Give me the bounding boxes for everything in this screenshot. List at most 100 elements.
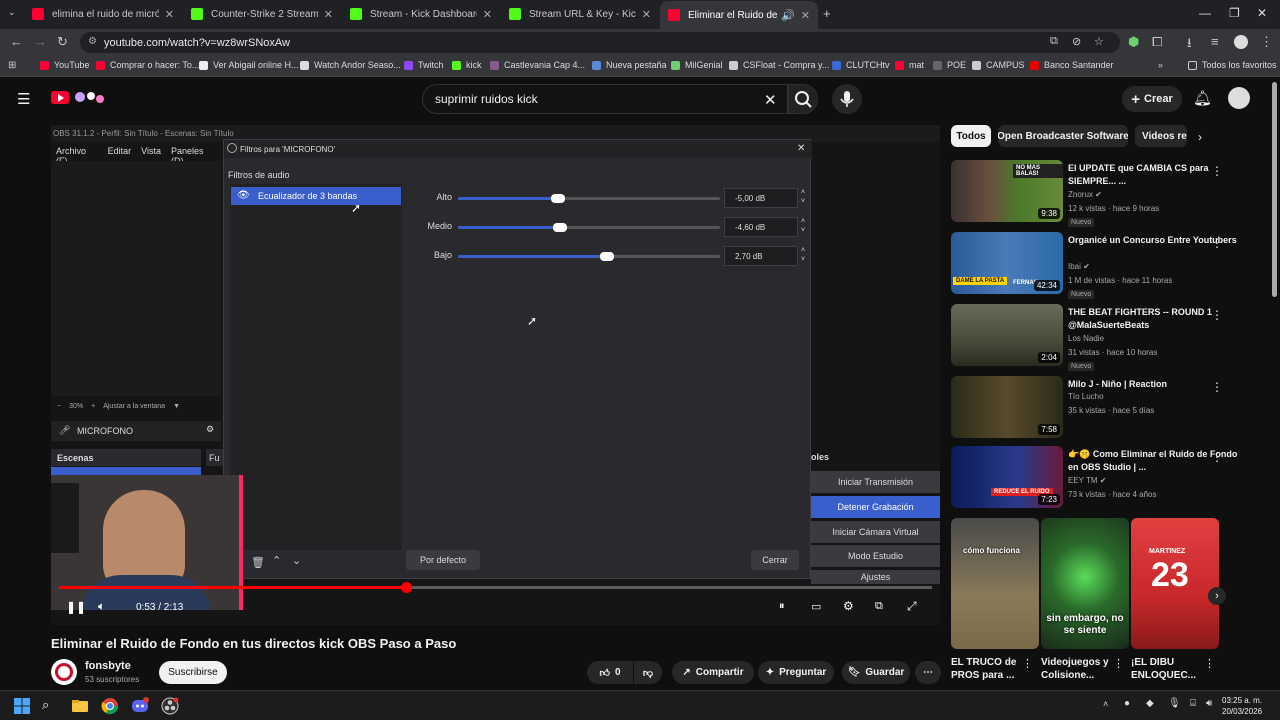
microphone-tray-icon[interactable]: 🎙︎ xyxy=(1168,698,1181,709)
tab-search-icon[interactable]: ⌄ xyxy=(8,7,16,18)
bookmark-item[interactable]: CAMPUS xyxy=(972,60,1025,70)
progress-bar[interactable] xyxy=(59,582,932,593)
youtube-logo[interactable] xyxy=(51,91,69,104)
system-clock[interactable]: 03:25 a. m. 20/03/2026 xyxy=(1222,695,1262,717)
search-icon[interactable]: ⌕ xyxy=(42,697,60,715)
browser-tab-active[interactable]: Eliminar el Ruido de Fondo 🔊 ✕ xyxy=(660,1,818,29)
close-tab-icon[interactable]: ✕ xyxy=(801,9,810,22)
install-icon[interactable]: ⧉ xyxy=(1050,35,1058,48)
more-vert-icon[interactable]: ⋮ xyxy=(1022,657,1033,670)
chips-next-icon[interactable]: › xyxy=(1198,130,1202,144)
tray-app-icon[interactable]: ● xyxy=(1124,698,1130,709)
recommended-video[interactable]: 7:58 Milo J - Niño | Reaction Tío Lucho … xyxy=(951,376,1269,438)
video-thumbnail[interactable]: NO MAS BALAS! 9:38 xyxy=(951,160,1063,222)
search-input[interactable]: suprimir ruidos kick xyxy=(422,84,788,114)
chrome-menu-icon[interactable]: ⋮ xyxy=(1260,34,1273,50)
bookmark-item[interactable]: POE xyxy=(933,60,966,70)
search-button[interactable] xyxy=(788,84,818,114)
extensions-puzzle-icon[interactable]: ⧠ xyxy=(1152,34,1162,50)
chip-obs[interactable]: Open Broadcaster Software xyxy=(998,125,1128,147)
omnibox[interactable]: ⚙ youtube.com/watch?v=wz8wrSNoxAw ⧉ ⊘ ☆ xyxy=(80,32,1120,53)
windows-start-icon[interactable] xyxy=(13,697,31,715)
chip-all[interactable]: Todos xyxy=(951,125,991,147)
video-thumbnail[interactable]: 2:04 xyxy=(951,304,1063,366)
pause-icon[interactable]: ❚❚ xyxy=(66,600,86,614)
ask-button[interactable]: ✦ Preguntar xyxy=(758,661,834,684)
more-vert-icon[interactable]: ⋮ xyxy=(1204,657,1215,670)
speaker-icon[interactable]: 🔊 xyxy=(781,9,795,22)
browser-tab[interactable]: Stream URL & Key - Kick Dashb ✕ xyxy=(501,3,659,25)
bookmark-item[interactable]: Banco Santander xyxy=(1030,60,1114,70)
bookmark-item[interactable]: Watch Andor Seaso... xyxy=(300,60,401,70)
bookmark-item[interactable]: MilGenial xyxy=(671,60,723,70)
shorts-next-icon[interactable]: › xyxy=(1208,587,1226,605)
site-info-icon[interactable]: ⚙ xyxy=(88,36,97,47)
profile-avatar[interactable] xyxy=(1234,35,1248,49)
extension-icon[interactable]: ⬢ xyxy=(1128,34,1139,50)
subtitles-icon[interactable]: ▭ xyxy=(811,600,821,613)
tray-app-icon[interactable]: ◆ xyxy=(1146,698,1154,709)
settings-gear-icon[interactable]: ⚙ xyxy=(843,599,854,613)
recommended-video[interactable]: REDUCE EL RUIDO 7:23 👉🤫 Como Eliminar el… xyxy=(951,446,1269,508)
autoplay-toggle[interactable]: ⏸ xyxy=(779,600,785,613)
subscribe-button[interactable]: Suscribirse xyxy=(159,661,227,684)
short-thumbnail[interactable]: cómo funciona xyxy=(951,518,1039,649)
close-tab-icon[interactable]: ✕ xyxy=(483,8,492,21)
forward-icon[interactable]: → xyxy=(34,34,47,49)
more-actions-button[interactable]: ⋯ xyxy=(915,661,941,684)
bookmark-item[interactable]: Nueva pestaña xyxy=(592,60,667,70)
apps-grid-icon[interactable]: ⊞ xyxy=(8,60,16,71)
video-player[interactable]: OBS 31.1.2 - Perfil: Sin Título - Escena… xyxy=(51,125,940,625)
close-tab-icon[interactable]: ✕ xyxy=(165,8,174,21)
reload-icon[interactable]: ↻ xyxy=(57,34,68,50)
like-button[interactable]: 👍︎ 0 xyxy=(587,661,633,684)
bookmark-item[interactable]: kick xyxy=(452,60,482,70)
recommended-video[interactable]: DAME LA PASTA FERNAN 42:34 Organicé un C… xyxy=(951,232,1269,299)
fullscreen-icon[interactable]: ⤢ xyxy=(907,599,917,614)
download-icon[interactable]: ⭳ xyxy=(1187,34,1192,56)
discord-icon[interactable] xyxy=(131,697,149,715)
create-button[interactable]: + Crear xyxy=(1122,86,1182,112)
bookmark-item[interactable]: YouTube xyxy=(40,60,89,70)
bookmark-item[interactable]: Twitch xyxy=(404,60,444,70)
file-explorer-icon[interactable] xyxy=(71,697,89,715)
recommended-video[interactable]: 2:04 THE BEAT FIGHTERS -- ROUND 1 @MalaS… xyxy=(951,304,1269,371)
share-button[interactable]: ↗ Compartir xyxy=(672,661,754,684)
browser-tab[interactable]: Stream - Kick Dashboard ✕ xyxy=(342,3,500,25)
obs-icon[interactable] xyxy=(161,697,179,715)
more-bookmarks-icon[interactable]: » xyxy=(1158,60,1163,70)
close-tab-icon[interactable]: ✕ xyxy=(324,8,333,21)
save-button[interactable]: 🔖︎ Guardar xyxy=(842,661,910,684)
voice-search-button[interactable] xyxy=(832,84,862,114)
speaker-tray-icon[interactable]: 🔊︎ xyxy=(1206,698,1212,709)
network-icon[interactable]: ⌸ xyxy=(1190,698,1196,709)
notifications-bell-icon[interactable]: 🔔︎ xyxy=(1193,89,1212,107)
chrome-icon[interactable] xyxy=(101,697,119,715)
back-icon[interactable]: ← xyxy=(10,34,23,49)
video-thumbnail[interactable]: DAME LA PASTA FERNAN 42:34 xyxy=(951,232,1063,294)
bookmark-item[interactable]: CSFloat - Compra y... xyxy=(729,60,829,70)
progress-scrubber[interactable] xyxy=(401,582,413,593)
close-window-icon[interactable]: ✕ xyxy=(1257,6,1267,20)
more-vert-icon[interactable]: ⋮ xyxy=(1211,164,1223,178)
video-thumbnail[interactable]: 7:58 xyxy=(951,376,1063,438)
browser-tab[interactable]: Counter-Strike 2 Streaming - Li ✕ xyxy=(183,3,341,25)
page-scrollbar[interactable] xyxy=(1272,82,1277,297)
tray-chevron-icon[interactable]: ˄ xyxy=(1103,699,1108,709)
more-vert-icon[interactable]: ⋮ xyxy=(1211,380,1223,394)
bookmark-item[interactable]: Ver Abigail online H... xyxy=(199,60,299,70)
all-bookmarks-folder[interactable]: Todos los favoritos xyxy=(1188,60,1277,70)
recommended-video[interactable]: NO MAS BALAS! 9:38 El UPDATE que CAMBIA … xyxy=(951,160,1269,227)
volume-icon[interactable]: 🔈︎ xyxy=(98,599,105,614)
hamburger-menu-icon[interactable]: ☰ xyxy=(17,90,30,108)
new-tab-button[interactable]: + xyxy=(823,6,831,21)
media-icon[interactable]: ≡ xyxy=(1211,34,1219,49)
youtube-doodle-icon[interactable] xyxy=(72,88,108,106)
short-thumbnail[interactable]: sin embargo, no se siente xyxy=(1041,518,1129,649)
more-vert-icon[interactable]: ⋮ xyxy=(1211,308,1223,322)
chip-related[interactable]: Videos re xyxy=(1135,125,1187,147)
channel-name[interactable]: fonsbyte xyxy=(85,660,131,672)
restore-icon[interactable]: ❐ xyxy=(1229,6,1240,20)
more-vert-icon[interactable]: ⋮ xyxy=(1211,236,1223,250)
bookmark-item[interactable]: mat xyxy=(895,60,924,70)
